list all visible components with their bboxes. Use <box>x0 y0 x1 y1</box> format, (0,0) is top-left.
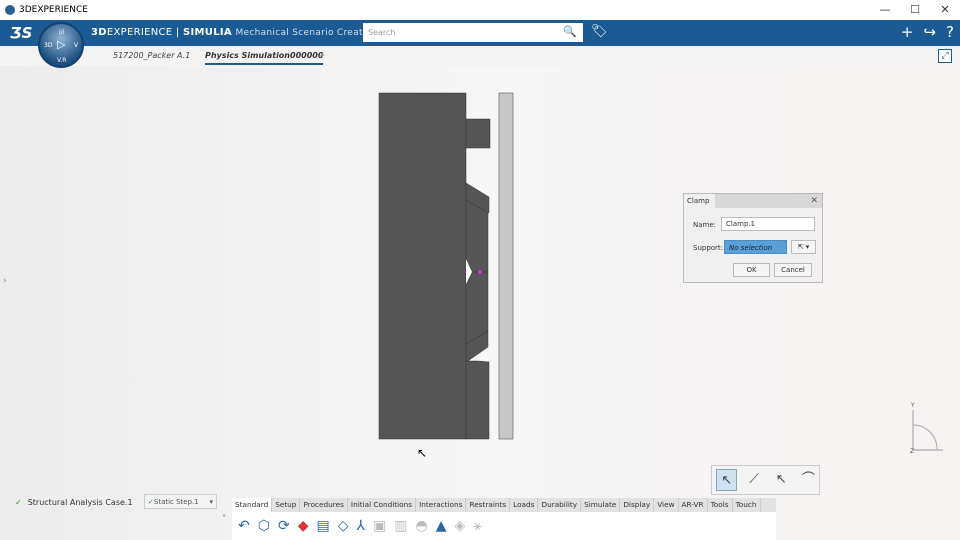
action-tab-durability[interactable]: Durability <box>538 498 582 512</box>
clamp-icon[interactable]: ◇ <box>338 518 349 534</box>
highlight-point <box>478 270 482 274</box>
support-label: Support: <box>693 244 724 252</box>
axis-triad-icon[interactable]: Y Z <box>905 402 945 457</box>
connector-icon[interactable]: ⚹ <box>473 518 481 534</box>
undo-icon[interactable]: ↶ <box>238 518 250 534</box>
bolt-icon[interactable]: ▥ <box>394 518 407 534</box>
select-arrow-icon[interactable]: ↖ <box>716 469 738 491</box>
dialog-title: Clamp <box>684 194 715 208</box>
support-icon[interactable]: ▲ <box>436 518 447 534</box>
step-dropdown[interactable]: ✓Static Step.1 ▾ <box>144 494 217 509</box>
restraint-icon[interactable]: ▣ <box>373 518 386 534</box>
plate <box>498 92 514 440</box>
mouse-cursor-icon: ↖ <box>417 446 428 460</box>
results-icon[interactable]: ◆ <box>298 518 309 534</box>
action-tab-setup[interactable]: Setup <box>272 498 301 512</box>
selection-mode-dropdown[interactable]: ⇱ ▾ <box>791 240 816 254</box>
surface-icon[interactable]: ◈ <box>455 518 466 534</box>
select-paint-icon[interactable]: ⌒ <box>798 469 819 491</box>
table-icon[interactable]: ▤ <box>316 518 329 534</box>
action-tab-initial-conditions[interactable]: Initial Conditions <box>348 498 417 512</box>
action-tab-ar-vr[interactable]: AR-VR <box>679 498 708 512</box>
action-tab-tools[interactable]: Tools <box>708 498 733 512</box>
compass-widget[interactable]: i/i 3D ▷ V V.R <box>38 22 84 68</box>
action-tab-touch[interactable]: Touch <box>733 498 761 512</box>
load-icon[interactable]: ◓ <box>416 518 428 534</box>
collapse-toolbar-icon[interactable]: ˅ <box>222 514 226 523</box>
ok-button[interactable]: OK <box>733 263 770 277</box>
action-tab-procedures[interactable]: Procedures <box>300 498 348 512</box>
action-bar: Standard Setup Procedures Initial Condition… <box>232 498 776 540</box>
name-field[interactable]: Clamp.1 <box>721 217 815 231</box>
select-trap-icon[interactable]: ⟋ <box>743 469 764 491</box>
action-tab-display[interactable]: Display <box>620 498 655 512</box>
analysis-case[interactable]: ✓ Structural Analysis Case.1 <box>0 494 133 510</box>
bottom-block <box>465 360 490 440</box>
action-tab-standard[interactable]: Standard <box>232 498 273 512</box>
clamp-dialog: Clamp ✕ Name: Clamp.1 Support: No selecti… <box>683 193 823 283</box>
action-tab-interactions[interactable]: Interactions <box>416 498 467 512</box>
name-label: Name: <box>693 221 717 229</box>
selection-toolbar: ↖ ⟋ ↖ ⌒ <box>711 465 820 495</box>
check-icon: ✓ <box>15 497 22 507</box>
part-icon[interactable]: ⬡ <box>258 518 270 534</box>
action-tab-restraints[interactable]: Restraints <box>466 498 511 512</box>
play-icon: ▷ <box>57 38 66 51</box>
support-field[interactable]: No selection <box>724 240 787 254</box>
fixed-displacement-icon[interactable]: ⅄ <box>357 518 366 534</box>
close-icon[interactable]: ✕ <box>810 196 818 206</box>
action-tab-loads[interactable]: Loads <box>510 498 539 512</box>
expand-left-icon[interactable]: › <box>3 276 7 286</box>
main-body <box>378 92 467 440</box>
update-icon[interactable]: ⟳ <box>278 518 290 534</box>
action-tab-view[interactable]: View <box>654 498 679 512</box>
action-tab-simulate[interactable]: Simulate <box>581 498 621 512</box>
cancel-button[interactable]: Cancel <box>774 263 812 277</box>
select-point-icon[interactable]: ↖ <box>771 469 792 491</box>
top-block <box>465 118 491 149</box>
